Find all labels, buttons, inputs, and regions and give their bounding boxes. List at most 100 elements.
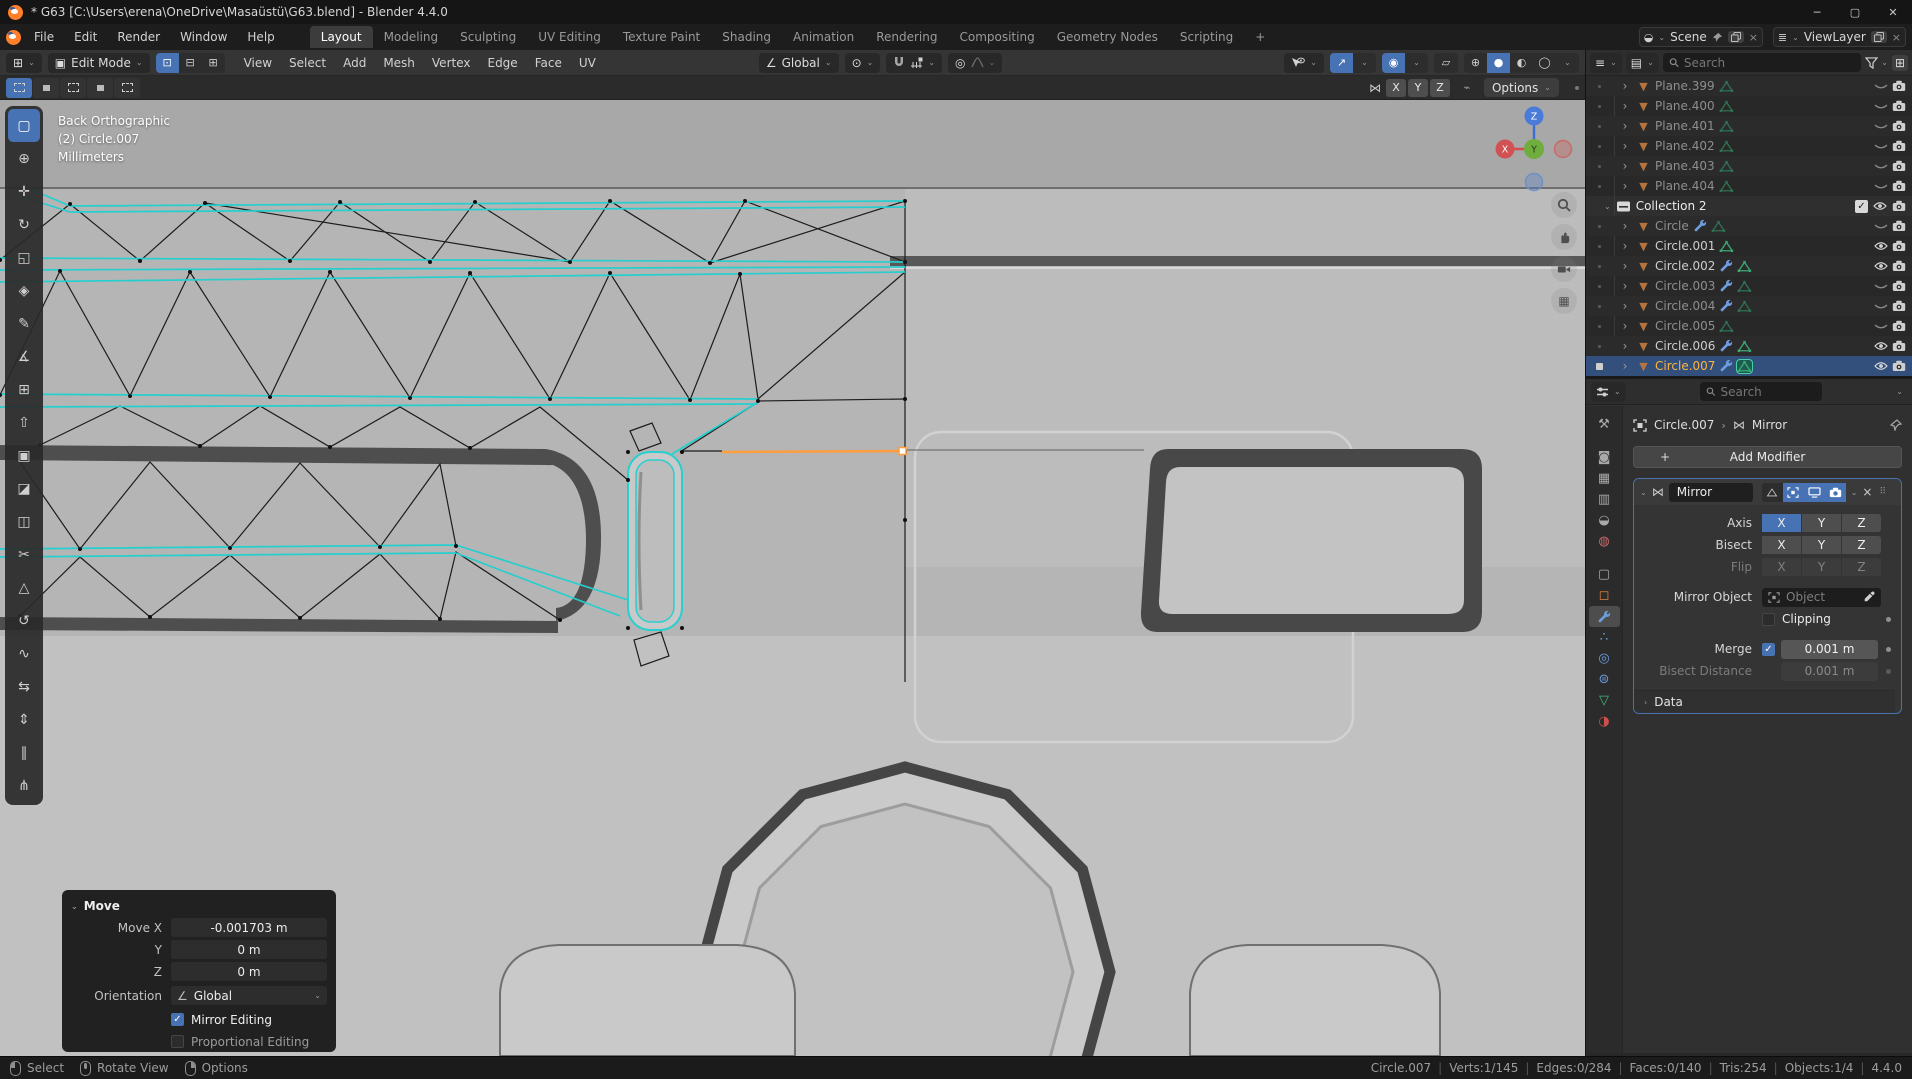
collection-name[interactable]: Collection 2 [1636, 199, 1707, 213]
tool-button[interactable]: △ [8, 571, 40, 604]
proportional-edit-icon[interactable]: ◎ [955, 56, 965, 70]
outliner-row[interactable]: › ▼ Circle.007 [1586, 356, 1912, 376]
new-collection-button[interactable]: ⊞ [1891, 54, 1908, 71]
tool-button[interactable]: ▢ [8, 109, 40, 142]
move-view-hand-icon[interactable] [1551, 224, 1577, 250]
merge-value-field[interactable]: 0.001 m [1781, 639, 1878, 659]
outliner-row[interactable]: › ▼ Plane.402 [1586, 136, 1912, 156]
pin-icon[interactable] [1712, 32, 1723, 43]
navigation-gizmo[interactable]: Z X Y [1479, 100, 1585, 204]
new-viewlayer-icon[interactable] [1870, 31, 1887, 43]
disable-render-camera-icon[interactable] [1892, 260, 1906, 272]
animate-dot[interactable] [1886, 646, 1891, 652]
disable-render-camera-icon[interactable] [1892, 120, 1906, 132]
properties-tab[interactable]: ◒ [1589, 510, 1620, 531]
expand-chevron-icon[interactable]: › [1618, 239, 1632, 253]
scene-name[interactable]: Scene [1670, 30, 1707, 44]
perspective-toggle-icon[interactable]: ▦ [1551, 288, 1577, 314]
workspace-tab[interactable]: Shading [711, 26, 782, 48]
tool-button[interactable]: ◈ [8, 274, 40, 307]
expand-chevron-icon[interactable]: › [1618, 179, 1632, 193]
viewport-menu-item[interactable]: Add [336, 53, 373, 73]
snap-to-symmetry-icon[interactable]: ⌁ [1455, 78, 1479, 98]
expand-chevron-icon[interactable]: › [1618, 99, 1632, 113]
properties-tab[interactable]: ▢ [1589, 564, 1620, 585]
tool-button[interactable]: ∡ [8, 340, 40, 373]
scene-selector[interactable]: ◒ ⌄ Scene × [1638, 27, 1763, 47]
properties-tab[interactable]: ⚒ [1589, 414, 1620, 435]
tool-button[interactable]: ⇧ [8, 406, 40, 439]
options-dropdown[interactable]: Options ⌄ [1483, 78, 1559, 97]
workspace-tab[interactable]: Scripting [1169, 26, 1244, 48]
symmetry-axis-button[interactable]: X [1385, 78, 1406, 97]
hide-viewport-eye-icon[interactable] [1874, 281, 1888, 291]
magnet-icon[interactable] [893, 56, 905, 69]
proportional-editing-checkbox[interactable] [171, 1035, 184, 1048]
select-intersect-button[interactable] [114, 77, 140, 98]
outliner-row[interactable]: › ▼ Circle.004 [1586, 296, 1912, 316]
hide-viewport-eye-icon[interactable] [1874, 361, 1888, 371]
tool-button[interactable]: ✎ [8, 307, 40, 340]
gizmos-toggle[interactable]: ↗ [1330, 52, 1353, 73]
new-scene-icon[interactable] [1727, 31, 1744, 43]
proportional-editing-controls[interactable]: ◎ ⌄ [948, 52, 1003, 73]
tool-button[interactable]: ⇕ [8, 703, 40, 736]
collection-row[interactable]: ⌄ Collection 2 ✓ [1586, 196, 1912, 216]
properties-search[interactable] [1700, 382, 1822, 401]
select-difference-button[interactable] [87, 77, 113, 98]
properties-tab[interactable]: ∴ [1589, 627, 1620, 648]
add-modifier-button[interactable]: + Add Modifier [1633, 446, 1902, 468]
collapse-chevron-icon[interactable]: ⌄ [71, 902, 78, 911]
hide-viewport-eye-icon[interactable] [1873, 201, 1887, 211]
symmetry-axis-button[interactable]: Y [1407, 78, 1428, 97]
viewport-menu-item[interactable]: Vertex [425, 53, 478, 73]
properties-tab[interactable] [1588, 606, 1620, 627]
object-name[interactable]: Circle.007 [1655, 359, 1715, 373]
bisect-toggle-button[interactable]: Y [1802, 536, 1841, 554]
modifier-drag-handle[interactable]: ⠿ [1879, 487, 1886, 497]
outliner-row[interactable]: › ▼ Plane.403 [1586, 156, 1912, 176]
viewport-menu-item[interactable]: Edge [480, 53, 524, 73]
select-extend-button[interactable] [33, 77, 59, 98]
viewport-menu-item[interactable]: Select [282, 53, 333, 73]
object-name[interactable]: Circle [1655, 219, 1689, 233]
mirror-object-field[interactable]: Object [1762, 587, 1881, 607]
render-display-toggle[interactable] [1824, 482, 1846, 502]
realtime-display-toggle[interactable] [1803, 482, 1825, 502]
object-name[interactable]: Plane.399 [1655, 79, 1715, 93]
expand-chevron-icon[interactable]: › [1618, 159, 1632, 173]
menu-item[interactable]: Help [238, 27, 283, 47]
tool-button[interactable]: ∥ [8, 736, 40, 769]
object-name[interactable]: Plane.403 [1655, 159, 1715, 173]
expand-chevron-icon[interactable]: › [1618, 119, 1632, 133]
bisect-toggle-button[interactable]: Z [1842, 536, 1881, 554]
data-subpanel-header[interactable]: › Data [1634, 690, 1895, 713]
disable-render-camera-icon[interactable] [1892, 340, 1906, 352]
properties-tab[interactable]: ▽ [1589, 690, 1620, 711]
xray-toggle[interactable]: ▱ [1434, 52, 1458, 73]
hide-viewport-eye-icon[interactable] [1874, 261, 1888, 271]
vertex-select-button[interactable]: ⊡ [155, 52, 179, 73]
remove-viewlayer-icon[interactable]: × [1892, 31, 1901, 44]
hide-viewport-eye-icon[interactable] [1874, 301, 1888, 311]
disable-render-camera-icon[interactable] [1892, 160, 1906, 172]
outliner-row[interactable]: › ▼ Plane.400 [1586, 96, 1912, 116]
expand-chevron-icon[interactable]: › [1618, 299, 1632, 313]
expand-chevron-icon[interactable]: › [1618, 219, 1632, 233]
properties-tab[interactable]: ◎ [1589, 648, 1620, 669]
editor-type-selector[interactable]: ⊞ ⌄ [6, 52, 42, 73]
tool-button[interactable]: ↻ [8, 208, 40, 241]
wireframe-shading-button[interactable]: ⊕ [1464, 52, 1487, 73]
outliner-row[interactable]: › ▼ Circle.005 [1586, 316, 1912, 336]
merge-checkbox[interactable]: ✓ [1762, 642, 1775, 656]
workspace-tab[interactable]: Texture Paint [612, 26, 711, 48]
tool-button[interactable]: ◫ [8, 505, 40, 538]
close-button[interactable]: ✕ [1874, 0, 1912, 24]
disable-render-camera-icon[interactable] [1892, 180, 1906, 192]
tool-button[interactable]: ⊕ [8, 142, 40, 175]
workspace-tab[interactable]: Sculpting [449, 26, 527, 48]
breadcrumb-modifier[interactable]: Mirror [1752, 418, 1787, 432]
object-name[interactable]: Circle.001 [1655, 239, 1715, 253]
workspace-tab[interactable]: UV Editing [527, 26, 612, 48]
material-preview-button[interactable]: ◐ [1510, 52, 1533, 73]
